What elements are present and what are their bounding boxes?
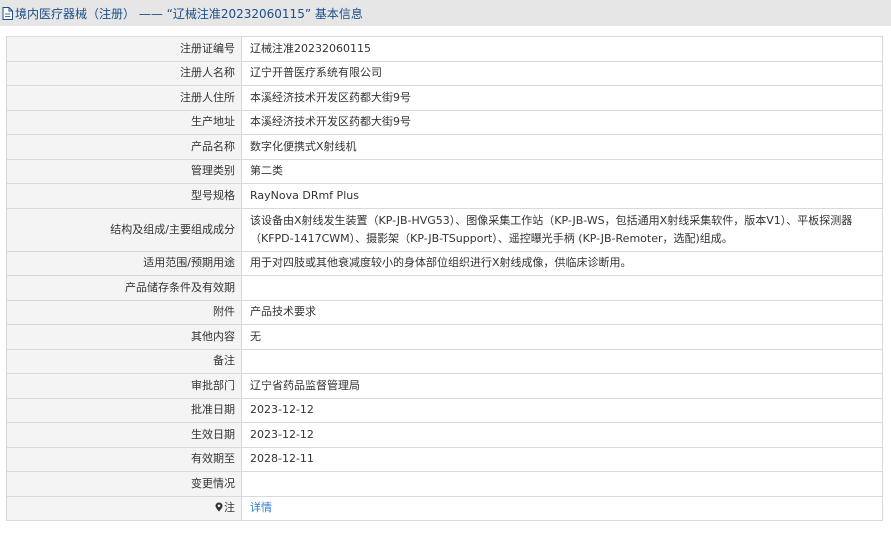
row-label: 其他内容	[6, 324, 242, 350]
table-row: 产品名称 数字化便携式X射线机	[6, 134, 883, 160]
row-label: 生产地址	[6, 109, 242, 135]
table-row: 有效期至 2028-12-11	[6, 446, 883, 472]
row-label: 备注	[6, 348, 242, 374]
row-label: 管理类别	[6, 158, 242, 184]
table-row-note: 注 详情	[6, 495, 883, 521]
row-value: 本溪经济技术开发区药都大街9号	[241, 85, 883, 111]
table-row: 注册人名称 辽宁开普医疗系统有限公司	[6, 60, 883, 86]
row-value: 2028-12-11	[241, 446, 883, 472]
page-title: 境内医疗器械（注册） —— “辽械注准20232060115” 基本信息	[15, 6, 363, 21]
row-label: 审批部门	[6, 373, 242, 399]
details-link[interactable]: 详情	[250, 501, 272, 514]
row-label: 适用范围/预期用途	[6, 250, 242, 276]
table-row: 备注	[6, 348, 883, 374]
row-value: 辽宁省药品监督管理局	[241, 373, 883, 399]
note-label: 注	[224, 501, 235, 515]
row-value: 第二类	[241, 158, 883, 184]
document-icon	[2, 6, 13, 20]
table-row: 注册证编号 辽械注准20232060115	[6, 36, 883, 62]
row-label: 附件	[6, 299, 242, 325]
row-label: 产品储存条件及有效期	[6, 275, 242, 301]
table-row: 结构及组成/主要组成成分 该设备由X射线发生装置（KP-JB-HVG53）、图像…	[6, 207, 883, 252]
table-row: 审批部门 辽宁省药品监督管理局	[6, 373, 883, 399]
row-label: 产品名称	[6, 134, 242, 160]
row-label: 结构及组成/主要组成成分	[6, 207, 242, 252]
row-label: 批准日期	[6, 397, 242, 423]
pin-icon	[215, 502, 223, 512]
row-label: 变更情况	[6, 471, 242, 497]
table-row: 附件 产品技术要求	[6, 299, 883, 325]
table-row: 其他内容 无	[6, 324, 883, 350]
row-label: 注册人名称	[6, 60, 242, 86]
row-label: 型号规格	[6, 183, 242, 209]
note-label-cell: 注	[6, 495, 242, 521]
row-label: 生效日期	[6, 422, 242, 448]
row-value	[241, 471, 883, 497]
row-value: 2023-12-12	[241, 397, 883, 423]
row-value: 辽宁开普医疗系统有限公司	[241, 60, 883, 86]
row-value: RayNova DRmf Plus	[241, 183, 883, 209]
row-value: 该设备由X射线发生装置（KP-JB-HVG53）、图像采集工作站（KP-JB-W…	[241, 207, 883, 252]
info-table-wrapper: 注册证编号 辽械注准20232060115 注册人名称 辽宁开普医疗系统有限公司…	[0, 26, 891, 521]
table-row: 适用范围/预期用途 用于对四肢或其他衰减度较小的身体部位组织进行X射线成像，供临…	[6, 250, 883, 276]
row-label: 注册证编号	[6, 36, 242, 62]
note-value: 详情	[241, 495, 883, 521]
row-value: 辽械注准20232060115	[241, 36, 883, 62]
table-row: 生产地址 本溪经济技术开发区药都大街9号	[6, 109, 883, 135]
table-row: 产品储存条件及有效期	[6, 275, 883, 301]
table-row: 注册人住所 本溪经济技术开发区药都大街9号	[6, 85, 883, 111]
table-row: 管理类别 第二类	[6, 158, 883, 184]
row-value: 本溪经济技术开发区药都大街9号	[241, 109, 883, 135]
row-value: 2023-12-12	[241, 422, 883, 448]
row-value: 产品技术要求	[241, 299, 883, 325]
page-header: 境内医疗器械（注册） —— “辽械注准20232060115” 基本信息	[0, 0, 891, 26]
table-row: 型号规格 RayNova DRmf Plus	[6, 183, 883, 209]
row-value: 用于对四肢或其他衰减度较小的身体部位组织进行X射线成像，供临床诊断用。	[241, 250, 883, 276]
table-row: 批准日期 2023-12-12	[6, 397, 883, 423]
row-label: 有效期至	[6, 446, 242, 472]
row-value: 数字化便携式X射线机	[241, 134, 883, 160]
info-table: 注册证编号 辽械注准20232060115 注册人名称 辽宁开普医疗系统有限公司…	[6, 36, 883, 521]
row-value: 无	[241, 324, 883, 350]
table-row: 变更情况	[6, 471, 883, 497]
row-value	[241, 348, 883, 374]
row-label: 注册人住所	[6, 85, 242, 111]
row-value	[241, 275, 883, 301]
table-row: 生效日期 2023-12-12	[6, 422, 883, 448]
